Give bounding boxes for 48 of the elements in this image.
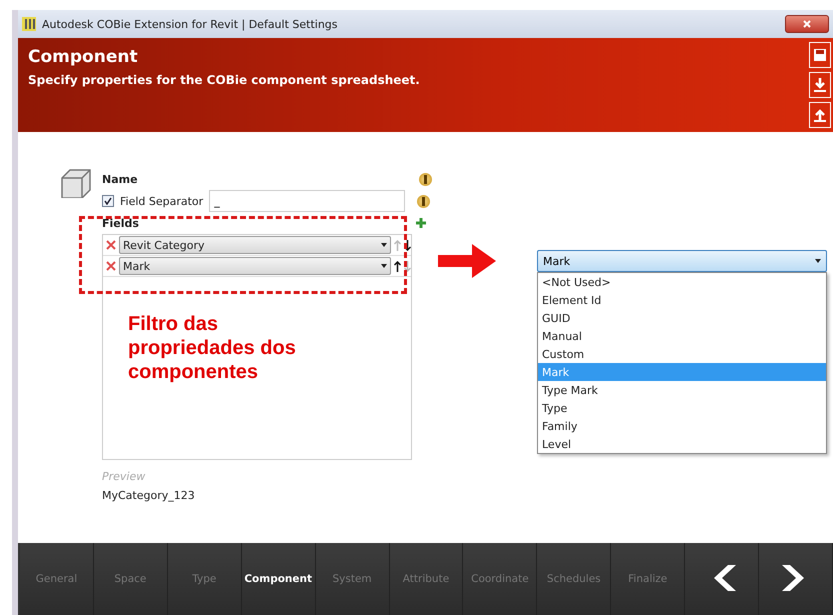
name-label: Name (102, 172, 138, 186)
close-icon (803, 20, 811, 28)
dropdown-option[interactable]: Manual (538, 327, 826, 345)
info-icon[interactable] (417, 194, 430, 208)
remove-icon[interactable] (106, 240, 116, 250)
dropdown-option[interactable]: Type (538, 399, 826, 417)
upload-icon (814, 108, 826, 122)
arrow-icon (438, 244, 496, 278)
move-down-icon[interactable] (404, 240, 411, 250)
save-button[interactable] (809, 42, 831, 68)
window-title: Autodesk COBie Extension for Revit | Default Settings (42, 18, 338, 30)
fields-label: Fields (102, 216, 139, 230)
close-button[interactable] (785, 15, 829, 33)
dropdown-option[interactable]: Type Mark (538, 381, 826, 399)
back-button[interactable] (685, 543, 760, 615)
nav-tab[interactable]: Component (242, 543, 316, 615)
download-icon (814, 78, 826, 92)
move-up-icon[interactable] (394, 260, 401, 272)
dropdown-option[interactable]: Level (538, 435, 826, 453)
download-button[interactable] (809, 72, 831, 98)
add-icon[interactable] (416, 218, 426, 228)
dropdown-option[interactable]: Element Id (538, 291, 826, 309)
field-dropdown[interactable]: Revit Category (119, 236, 391, 254)
dropdown-field[interactable]: Mark (537, 250, 827, 272)
save-icon (814, 49, 826, 61)
field-dropdown[interactable]: Mark (119, 257, 391, 275)
dropdown-option[interactable]: <Not Used> (538, 273, 826, 291)
caret-icon (815, 259, 821, 263)
preview-value: MyCategory_123 (102, 489, 196, 502)
dropdown-option[interactable]: GUID (538, 309, 826, 327)
annotation-text: Filtro das propriedades dos componentes (128, 312, 297, 384)
check-icon (104, 197, 112, 205)
separator-input[interactable]: _ (209, 190, 406, 212)
caret-icon (381, 264, 387, 268)
page-subtitle: Specify properties for the COBie component spreadsheet. (28, 73, 421, 87)
dropdown-option[interactable]: Custom (538, 345, 826, 363)
info-icon[interactable] (419, 172, 432, 186)
page-title: Component (28, 47, 139, 67)
field-separator-checkbox[interactable] (102, 195, 114, 207)
dropdown-option[interactable]: Family (538, 417, 826, 435)
next-button[interactable] (759, 543, 833, 615)
upload-button[interactable] (809, 102, 831, 128)
app-icon (22, 17, 36, 31)
cube-icon (60, 168, 92, 198)
preview-label: Preview (102, 470, 146, 483)
remove-icon[interactable] (106, 261, 116, 271)
caret-icon (381, 243, 387, 247)
field-separator-label: Field Separator (120, 194, 204, 208)
